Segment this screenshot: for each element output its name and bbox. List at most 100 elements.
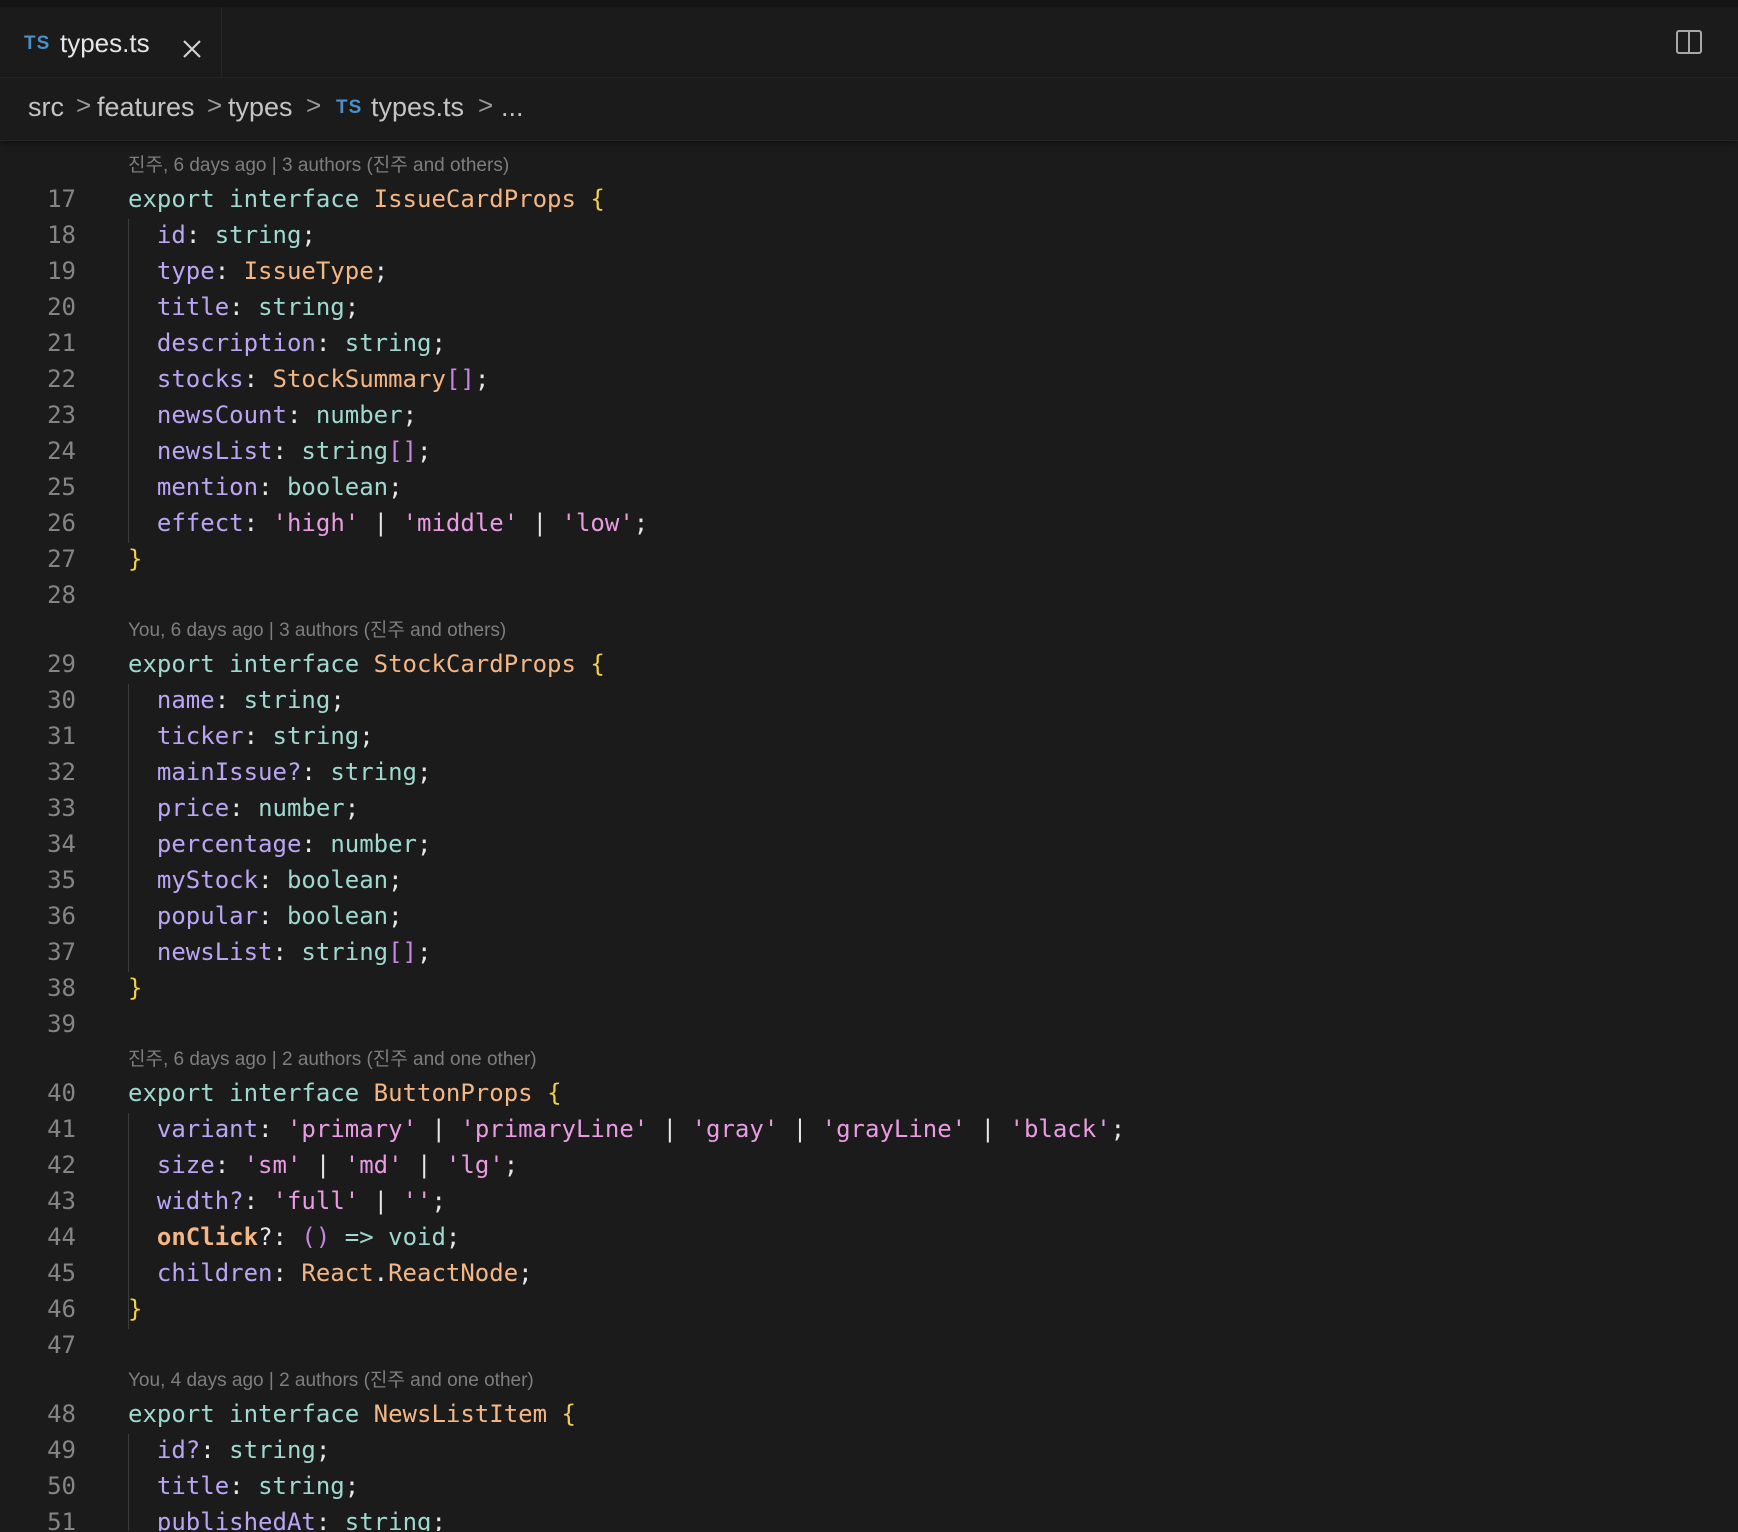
line-number: 24 (47, 437, 76, 465)
code-token: : (315, 1508, 345, 1531)
code-line[interactable]: id: string; (128, 221, 316, 249)
code-token: mainIssue? (156, 758, 302, 786)
code-token: ; (388, 902, 403, 930)
code-line[interactable]: title: string; (128, 1472, 359, 1500)
code-token: : (286, 401, 316, 429)
code-line[interactable]: name: string; (128, 686, 345, 714)
code-token: ; (402, 401, 418, 429)
code-line[interactable]: popular: boolean; (128, 902, 403, 930)
code-line[interactable]: children: React.ReactNode; (128, 1259, 533, 1287)
code-line[interactable]: export interface IssueCardProps { (128, 185, 605, 213)
code-token: price (156, 794, 230, 822)
code-token: string (344, 329, 432, 357)
code-token: string (272, 722, 360, 750)
breadcrumb-item-types[interactable]: types (228, 92, 293, 123)
code-line[interactable]: publishedAt: string; (128, 1508, 446, 1531)
code-line[interactable]: type: IssueType; (128, 257, 388, 285)
split-editor-icon[interactable] (1674, 27, 1704, 57)
breadcrumb-separator: > (76, 90, 92, 120)
code-line[interactable]: export interface ButtonProps { (128, 1079, 562, 1107)
code-token: string (214, 221, 302, 249)
code-line[interactable]: } (128, 974, 142, 1002)
code-line[interactable]: newsList: string[]; (128, 437, 432, 465)
line-number: 18 (47, 221, 76, 249)
code-token: string (301, 437, 389, 465)
code-token: title (156, 1472, 230, 1500)
breadcrumb-item-more[interactable]: ... (501, 92, 524, 123)
code-token: [] (388, 437, 418, 465)
breadcrumb-item-features[interactable]: features (97, 92, 195, 123)
code-token: interface (229, 1400, 374, 1428)
tab-label: types.ts (60, 28, 150, 58)
code-token: ?: (258, 1223, 302, 1251)
line-number: 39 (47, 1010, 76, 1038)
code-token: | (301, 1151, 345, 1179)
code-token: | (518, 509, 562, 537)
code-line[interactable]: mainIssue?: string; (128, 758, 432, 786)
code-token: : (272, 938, 302, 966)
code-token: 'sm' (243, 1151, 302, 1179)
code-line[interactable]: effect: 'high' | 'middle' | 'low'; (128, 509, 648, 537)
codelens-blame[interactable]: You, 4 days ago | 2 authors (진주 and one … (128, 1365, 534, 1392)
code-line[interactable]: export interface NewsListItem { (128, 1400, 576, 1428)
code-line[interactable]: id?: string; (128, 1436, 330, 1464)
code-line[interactable]: variant: 'primary' | 'primaryLine' | 'gr… (128, 1115, 1125, 1143)
line-number: 17 (47, 185, 76, 213)
code-line[interactable]: description: string; (128, 329, 446, 357)
codelens-blame[interactable]: 진주, 6 days ago | 2 authors (진주 and one o… (128, 1044, 537, 1071)
code-line[interactable]: percentage: number; (128, 830, 432, 858)
close-icon[interactable] (180, 37, 204, 61)
codelens-blame[interactable]: 진주, 6 days ago | 3 authors (진주 and other… (128, 150, 509, 177)
code-token: ; (388, 473, 403, 501)
code-line[interactable]: title: string; (128, 293, 359, 321)
code-token: ; (417, 758, 432, 786)
code-line[interactable]: newsList: string[]; (128, 938, 432, 966)
code-token: void (388, 1223, 446, 1251)
code-token: children (156, 1259, 273, 1287)
code-editor[interactable]: 진주, 6 days ago | 3 authors (진주 and other… (0, 141, 1738, 1531)
code-token: variant (156, 1115, 259, 1143)
breadcrumb-separator: > (207, 90, 223, 120)
code-token: ; (344, 293, 360, 321)
code-token: : (243, 722, 273, 750)
code-token: newsList (156, 938, 273, 966)
line-number: 37 (47, 938, 76, 966)
code-line[interactable]: price: number; (128, 794, 359, 822)
code-line[interactable]: } (128, 1295, 142, 1323)
breadcrumb-item-src[interactable]: src (28, 92, 64, 123)
code-line[interactable]: onClick?: () => void; (128, 1223, 460, 1251)
code-line[interactable]: myStock: boolean; (128, 866, 403, 894)
breadcrumb-item-file[interactable]: types.ts (371, 92, 464, 123)
code-line[interactable]: stocks: StockSummary[]; (128, 365, 489, 393)
code-token: ; (417, 830, 432, 858)
code-line[interactable]: size: 'sm' | 'md' | 'lg'; (128, 1151, 518, 1179)
code-token: | (648, 1115, 692, 1143)
code-line[interactable]: ticker: string; (128, 722, 374, 750)
code-line[interactable]: width?: 'full' | ''; (128, 1187, 446, 1215)
code-token: ButtonProps (373, 1079, 533, 1107)
codelens-blame[interactable]: You, 6 days ago | 3 authors (진주 and othe… (128, 615, 506, 642)
line-number: 22 (47, 365, 76, 393)
code-token: newsList (156, 437, 273, 465)
code-line[interactable]: mention: boolean; (128, 473, 403, 501)
tab-types-ts[interactable]: TS types.ts (0, 7, 222, 77)
code-line[interactable]: } (128, 545, 142, 573)
code-token: : (214, 1151, 244, 1179)
code-token: | (402, 1151, 446, 1179)
code-line[interactable]: export interface StockCardProps { (128, 650, 605, 678)
code-token: popular (156, 902, 259, 930)
code-line[interactable]: newsCount: number; (128, 401, 417, 429)
code-token: onClick (156, 1223, 259, 1251)
line-number: 26 (47, 509, 76, 537)
